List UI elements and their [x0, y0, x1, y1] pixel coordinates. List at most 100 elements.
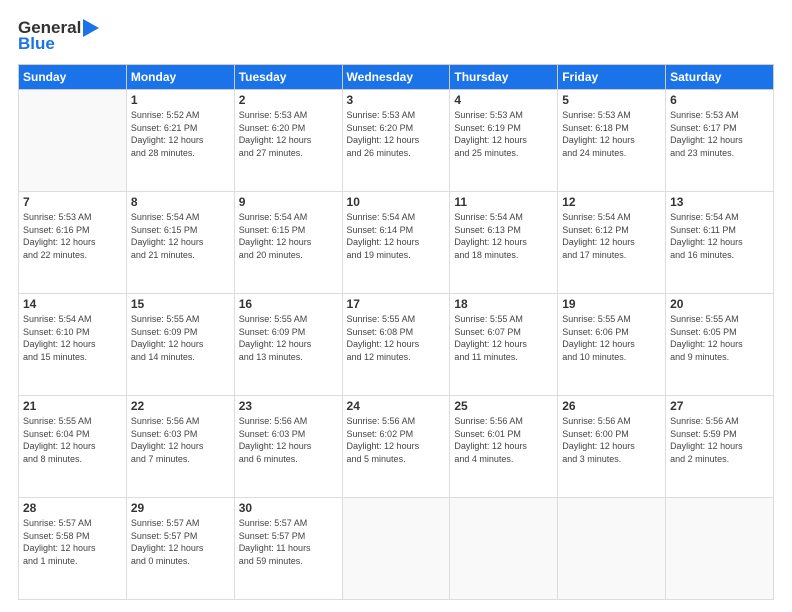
day-number: 15	[131, 297, 230, 311]
calendar-cell: 23 Sunrise: 5:56 AM Sunset: 6:03 PM Dayli…	[234, 396, 342, 498]
day-number: 26	[562, 399, 661, 413]
day-info: Sunrise: 5:53 AM Sunset: 6:20 PM Dayligh…	[347, 109, 446, 159]
calendar-cell: 26 Sunrise: 5:56 AM Sunset: 6:00 PM Dayli…	[558, 396, 666, 498]
weekday-header-sunday: Sunday	[19, 65, 127, 90]
day-info: Sunrise: 5:54 AM Sunset: 6:15 PM Dayligh…	[239, 211, 338, 261]
day-number: 9	[239, 195, 338, 209]
day-number: 23	[239, 399, 338, 413]
day-number: 20	[670, 297, 769, 311]
day-info: Sunrise: 5:55 AM Sunset: 6:06 PM Dayligh…	[562, 313, 661, 363]
calendar-cell: 4 Sunrise: 5:53 AM Sunset: 6:19 PM Daylig…	[450, 90, 558, 192]
calendar-cell: 2Sunrise: 5:53 AM Sunset: 6:20 PM Daylig…	[234, 90, 342, 192]
page: General Blue SundayMondayTuesdayWednesda…	[0, 0, 792, 612]
calendar-cell: 5 Sunrise: 5:53 AM Sunset: 6:18 PM Daylig…	[558, 90, 666, 192]
day-info: Sunrise: 5:53 AM Sunset: 6:16 PM Dayligh…	[23, 211, 122, 261]
calendar-cell: 13 Sunrise: 5:54 AM Sunset: 6:11 PM Dayli…	[666, 192, 774, 294]
day-info: Sunrise: 5:56 AM Sunset: 6:03 PM Dayligh…	[131, 415, 230, 465]
day-info: Sunrise: 5:53 AM Sunset: 6:17 PM Dayligh…	[670, 109, 769, 159]
day-number: 5	[562, 93, 661, 107]
day-info: Sunrise: 5:55 AM Sunset: 6:08 PM Dayligh…	[347, 313, 446, 363]
day-number: 14	[23, 297, 122, 311]
day-info: Sunrise: 5:55 AM Sunset: 6:07 PM Dayligh…	[454, 313, 553, 363]
calendar-cell: 29 Sunrise: 5:57 AM Sunset: 5:57 PM Dayli…	[126, 498, 234, 600]
calendar-cell: 16 Sunrise: 5:55 AM Sunset: 6:09 PM Dayli…	[234, 294, 342, 396]
calendar-cell: 14 Sunrise: 5:54 AM Sunset: 6:10 PM Dayli…	[19, 294, 127, 396]
day-number: 11	[454, 195, 553, 209]
weekday-header-monday: Monday	[126, 65, 234, 90]
calendar-cell	[342, 498, 450, 600]
calendar-cell: 30 Sunrise: 5:57 AM Sunset: 5:57 PM Dayli…	[234, 498, 342, 600]
weekday-header-saturday: Saturday	[666, 65, 774, 90]
logo-flag-icon	[81, 19, 101, 37]
day-number: 17	[347, 297, 446, 311]
calendar-cell: 22 Sunrise: 5:56 AM Sunset: 6:03 PM Dayli…	[126, 396, 234, 498]
day-info: Sunrise: 5:55 AM Sunset: 6:05 PM Dayligh…	[670, 313, 769, 363]
day-info: Sunrise: 5:54 AM Sunset: 6:11 PM Dayligh…	[670, 211, 769, 261]
calendar-week-1: 7 Sunrise: 5:53 AM Sunset: 6:16 PM Daylig…	[19, 192, 774, 294]
day-info: Sunrise: 5:54 AM Sunset: 6:10 PM Dayligh…	[23, 313, 122, 363]
day-info: Sunrise: 5:53 AM Sunset: 6:20 PM Dayligh…	[239, 109, 338, 159]
day-number: 25	[454, 399, 553, 413]
day-number: 21	[23, 399, 122, 413]
calendar-cell	[558, 498, 666, 600]
calendar-cell: 20 Sunrise: 5:55 AM Sunset: 6:05 PM Dayli…	[666, 294, 774, 396]
day-info: Sunrise: 5:56 AM Sunset: 6:03 PM Dayligh…	[239, 415, 338, 465]
day-number: 6	[670, 93, 769, 107]
calendar-week-2: 14 Sunrise: 5:54 AM Sunset: 6:10 PM Dayli…	[19, 294, 774, 396]
calendar-table: SundayMondayTuesdayWednesdayThursdayFrid…	[18, 64, 774, 600]
calendar-cell: 8Sunrise: 5:54 AM Sunset: 6:15 PM Daylig…	[126, 192, 234, 294]
calendar-cell: 6 Sunrise: 5:53 AM Sunset: 6:17 PM Daylig…	[666, 90, 774, 192]
day-info: Sunrise: 5:55 AM Sunset: 6:09 PM Dayligh…	[239, 313, 338, 363]
day-number: 29	[131, 501, 230, 515]
day-number: 16	[239, 297, 338, 311]
weekday-header-row: SundayMondayTuesdayWednesdayThursdayFrid…	[19, 65, 774, 90]
day-number: 3	[347, 93, 446, 107]
day-number: 10	[347, 195, 446, 209]
day-info: Sunrise: 5:54 AM Sunset: 6:13 PM Dayligh…	[454, 211, 553, 261]
calendar-cell: 11 Sunrise: 5:54 AM Sunset: 6:13 PM Dayli…	[450, 192, 558, 294]
day-info: Sunrise: 5:57 AM Sunset: 5:57 PM Dayligh…	[131, 517, 230, 567]
day-number: 27	[670, 399, 769, 413]
day-info: Sunrise: 5:57 AM Sunset: 5:57 PM Dayligh…	[239, 517, 338, 567]
calendar-cell: 27 Sunrise: 5:56 AM Sunset: 5:59 PM Dayli…	[666, 396, 774, 498]
day-number: 24	[347, 399, 446, 413]
day-info: Sunrise: 5:54 AM Sunset: 6:14 PM Dayligh…	[347, 211, 446, 261]
calendar-cell	[19, 90, 127, 192]
day-number: 8	[131, 195, 230, 209]
calendar-cell: 7 Sunrise: 5:53 AM Sunset: 6:16 PM Daylig…	[19, 192, 127, 294]
day-info: Sunrise: 5:56 AM Sunset: 5:59 PM Dayligh…	[670, 415, 769, 465]
weekday-header-wednesday: Wednesday	[342, 65, 450, 90]
header: General Blue	[18, 18, 774, 54]
day-number: 22	[131, 399, 230, 413]
day-info: Sunrise: 5:53 AM Sunset: 6:18 PM Dayligh…	[562, 109, 661, 159]
calendar-cell	[666, 498, 774, 600]
calendar-week-3: 21 Sunrise: 5:55 AM Sunset: 6:04 PM Dayli…	[19, 396, 774, 498]
calendar-cell: 10 Sunrise: 5:54 AM Sunset: 6:14 PM Dayli…	[342, 192, 450, 294]
logo-blue-text: Blue	[18, 34, 55, 54]
calendar-cell: 17 Sunrise: 5:55 AM Sunset: 6:08 PM Dayli…	[342, 294, 450, 396]
day-number: 13	[670, 195, 769, 209]
calendar-cell: 28Sunrise: 5:57 AM Sunset: 5:58 PM Dayli…	[19, 498, 127, 600]
day-info: Sunrise: 5:55 AM Sunset: 6:04 PM Dayligh…	[23, 415, 122, 465]
day-number: 19	[562, 297, 661, 311]
day-info: Sunrise: 5:56 AM Sunset: 6:01 PM Dayligh…	[454, 415, 553, 465]
day-number: 4	[454, 93, 553, 107]
day-info: Sunrise: 5:56 AM Sunset: 6:00 PM Dayligh…	[562, 415, 661, 465]
logo: General Blue	[18, 18, 101, 54]
calendar-cell: 25 Sunrise: 5:56 AM Sunset: 6:01 PM Dayli…	[450, 396, 558, 498]
calendar-cell	[450, 498, 558, 600]
weekday-header-thursday: Thursday	[450, 65, 558, 90]
calendar-cell: 1Sunrise: 5:52 AM Sunset: 6:21 PM Daylig…	[126, 90, 234, 192]
day-number: 30	[239, 501, 338, 515]
calendar-week-4: 28Sunrise: 5:57 AM Sunset: 5:58 PM Dayli…	[19, 498, 774, 600]
day-info: Sunrise: 5:56 AM Sunset: 6:02 PM Dayligh…	[347, 415, 446, 465]
day-info: Sunrise: 5:53 AM Sunset: 6:19 PM Dayligh…	[454, 109, 553, 159]
day-number: 18	[454, 297, 553, 311]
day-info: Sunrise: 5:57 AM Sunset: 5:58 PM Dayligh…	[23, 517, 122, 567]
weekday-header-friday: Friday	[558, 65, 666, 90]
day-number: 7	[23, 195, 122, 209]
day-info: Sunrise: 5:55 AM Sunset: 6:09 PM Dayligh…	[131, 313, 230, 363]
calendar-cell: 24 Sunrise: 5:56 AM Sunset: 6:02 PM Dayli…	[342, 396, 450, 498]
weekday-header-tuesday: Tuesday	[234, 65, 342, 90]
day-number: 1	[131, 93, 230, 107]
